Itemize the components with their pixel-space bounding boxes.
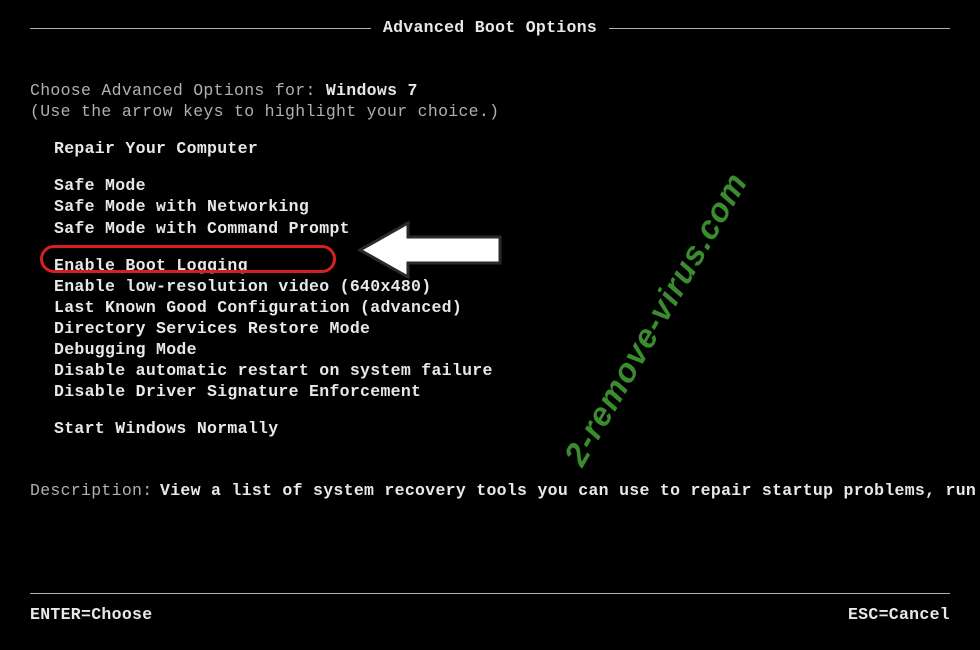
menu-enable-boot-logging[interactable]: Enable Boot Logging: [30, 255, 950, 276]
os-name: Windows 7: [326, 81, 418, 100]
footer-bar: ENTER=Choose ESC=Cancel: [30, 605, 950, 624]
footer-enter-hint: ENTER=Choose: [30, 605, 152, 624]
menu-disable-auto-restart[interactable]: Disable automatic restart on system fail…: [30, 360, 950, 381]
menu-safe-mode[interactable]: Safe Mode: [30, 175, 950, 196]
bottom-border: [30, 593, 950, 594]
menu-safe-mode-networking[interactable]: Safe Mode with Networking: [30, 196, 950, 217]
page-title: Advanced Boot Options: [371, 18, 609, 37]
choose-prompt: Choose Advanced Options for: Windows 7: [30, 80, 950, 101]
main-content: Choose Advanced Options for: Windows 7 (…: [30, 80, 950, 501]
footer-esc-hint: ESC=Cancel: [848, 605, 950, 624]
arrow-keys-hint: (Use the arrow keys to highlight your ch…: [30, 101, 950, 122]
menu-disable-driver-sig[interactable]: Disable Driver Signature Enforcement: [30, 381, 950, 402]
description-label: Description:: [30, 480, 160, 501]
menu-directory-services-restore[interactable]: Directory Services Restore Mode: [30, 318, 950, 339]
menu-safe-mode-command-prompt[interactable]: Safe Mode with Command Prompt: [30, 218, 950, 239]
menu-low-resolution-video[interactable]: Enable low-resolution video (640x480): [30, 276, 950, 297]
menu-debugging-mode[interactable]: Debugging Mode: [30, 339, 950, 360]
menu-last-known-good-config[interactable]: Last Known Good Configuration (advanced): [30, 297, 950, 318]
menu-start-windows-normally[interactable]: Start Windows Normally: [30, 418, 950, 439]
menu-repair-computer[interactable]: Repair Your Computer: [30, 138, 950, 159]
description-text: View a list of system recovery tools you…: [160, 480, 720, 501]
